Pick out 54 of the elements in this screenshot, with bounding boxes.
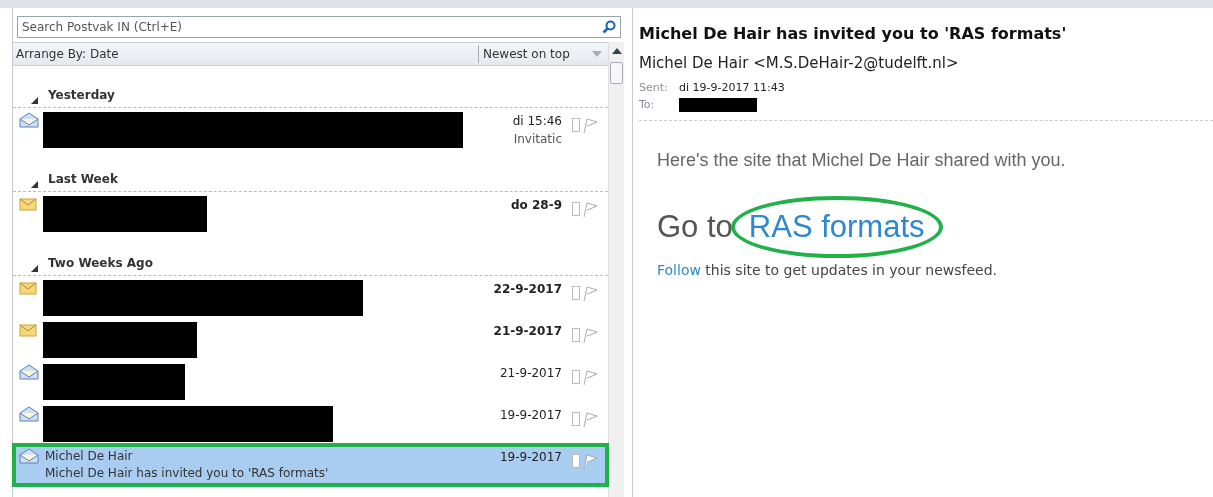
flag-icon[interactable] [582, 202, 598, 218]
message-date: 19-9-2017 [498, 449, 562, 466]
message-row[interactable]: di 15:46 Invitatic [13, 108, 608, 150]
flag-icon[interactable] [582, 370, 598, 386]
category-icon[interactable] [572, 412, 580, 426]
site-link[interactable]: RAS formats [730, 195, 943, 259]
dropdown-icon[interactable] [592, 51, 602, 57]
message-date: 19-9-2017 [498, 407, 562, 424]
sent-date: di 19-9-2017 11:43 [679, 80, 785, 94]
email-subject: Michel De Hair has invited you to 'RAS formats' [639, 23, 1068, 45]
to-label: To: [639, 97, 656, 114]
group-header[interactable]: Last Week [48, 170, 118, 188]
category-icon[interactable] [572, 286, 580, 300]
category-icon[interactable] [572, 454, 580, 468]
arrange-by-label[interactable]: Arrange By: Date [13, 45, 478, 63]
category-icon[interactable] [572, 202, 580, 216]
message-row[interactable]: 19-9-2017 [13, 402, 608, 444]
message-sender: Michel De Hair [45, 448, 134, 465]
sort-order-label[interactable]: Newest on top [483, 45, 570, 63]
group-header[interactable]: Yesterday [48, 86, 115, 104]
message-row[interactable]: 21-9-2017 [13, 318, 608, 360]
flag-icon[interactable] [582, 454, 598, 470]
message-row[interactable]: Michel De Hair Michel De Hair has invited you to 'RAS formats' 19-9-2017 [13, 444, 608, 486]
flag-icon[interactable] [582, 118, 598, 134]
message-row[interactable]: 22-9-2017 [13, 276, 608, 318]
message-date: do 28-9 [509, 197, 562, 214]
group-header[interactable]: Two Weeks Ago [48, 254, 153, 272]
search-icon[interactable] [602, 20, 616, 34]
scrollbar-thumb[interactable] [610, 62, 623, 84]
message-subject: Michel De Hair has invited you to 'RAS formats' [45, 465, 330, 483]
message-date: 21-9-2017 [492, 323, 562, 340]
collapse-icon[interactable] [31, 97, 38, 104]
message-date: 22-9-2017 [492, 281, 562, 298]
search-field[interactable]: Search Postvak IN (Ctrl+E) [17, 16, 621, 38]
intro-text: Here's the site that Michel De Hair shared with you. [657, 148, 1067, 172]
up-arrow-icon[interactable] [611, 48, 622, 54]
message-date: di 15:46 [511, 113, 562, 130]
collapse-icon[interactable] [31, 181, 38, 188]
collapse-icon[interactable] [31, 265, 38, 272]
follow-link[interactable]: Follow [657, 262, 701, 279]
message-row[interactable]: do 28-9 [13, 192, 608, 234]
message-date: 21-9-2017 [498, 365, 562, 382]
sent-label: Sent: [639, 79, 669, 96]
flag-icon[interactable] [582, 286, 598, 302]
message-row[interactable]: 21-9-2017 [13, 360, 608, 402]
go-to-text: Go to [657, 207, 733, 246]
follow-text: this site to get updates in your newsfeed. [704, 262, 997, 279]
category-icon[interactable] [572, 370, 580, 384]
message-preview: Invitatic [512, 131, 562, 148]
email-sender: Michel De Hair <M.S.DeHair-2@tudelft.nl> [639, 53, 960, 74]
flag-icon[interactable] [582, 328, 598, 344]
category-icon[interactable] [572, 328, 580, 342]
flag-icon[interactable] [582, 412, 598, 428]
category-icon[interactable] [572, 118, 580, 132]
